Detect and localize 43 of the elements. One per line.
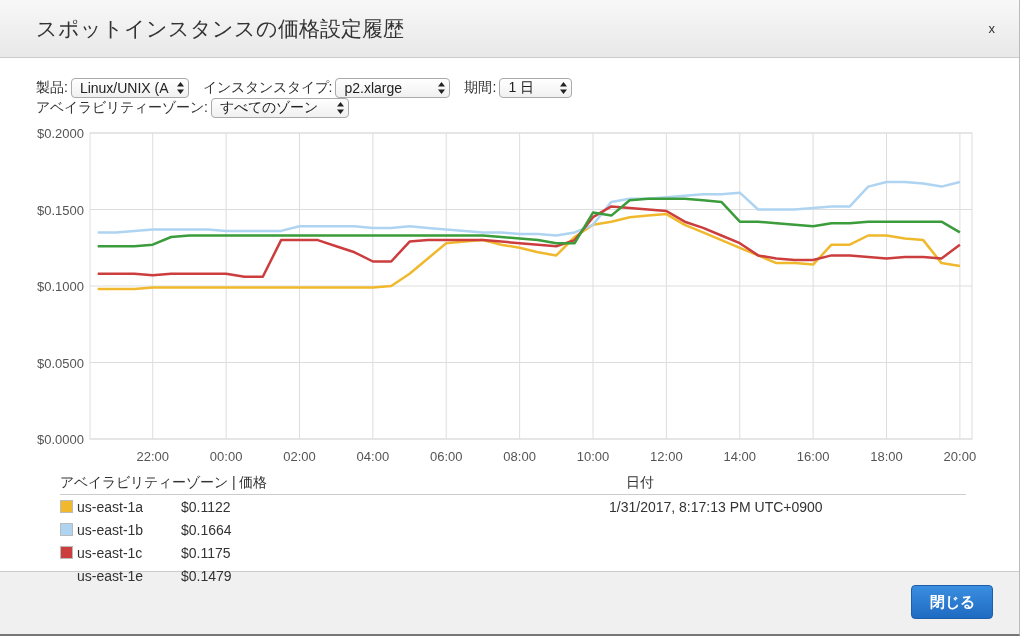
date-value: 1/31/2017, 8:17:13 PM UTC+0900 (609, 498, 823, 515)
x-tick-label: 14:00 (723, 449, 757, 462)
x-tick-label: 10:00 (576, 449, 610, 462)
x-tick-label: 18:00 (870, 449, 903, 462)
dropdown[interactable]: 1 日 (499, 78, 573, 98)
x-tick-label: 00:00 (209, 449, 243, 462)
column-header: 日付 (626, 474, 654, 492)
x-tick-label: 16:00 (796, 449, 830, 462)
zone-name: us-east-1b (77, 521, 145, 538)
zone-name: us-east-1a (77, 498, 145, 515)
x-tick-label: 22:00 (136, 449, 169, 462)
dropdown[interactable]: すべてのゾーン (210, 98, 349, 118)
x-tick-label: 08:00 (503, 449, 536, 462)
price-value: $0.1664 (181, 521, 233, 538)
dropdown[interactable]: p2.xlarge (335, 78, 451, 98)
select-arrows-icon (560, 82, 568, 94)
y-tick-label: $0.1500 (37, 202, 84, 218)
y-tick-label: $0.0500 (37, 355, 84, 371)
x-tick-label: 12:00 (650, 449, 683, 462)
y-tick-label: $0.0000 (37, 432, 84, 447)
filter-label: 期間: (464, 79, 497, 97)
price-value: $0.1175 (181, 544, 232, 561)
filter-label: インスタンスタイプ: (202, 79, 333, 97)
x-tick-label: 06:00 (430, 449, 463, 462)
select-arrows-icon (176, 82, 184, 94)
filter-label: アベイラビリティーゾーン: (36, 99, 208, 117)
filter-label: 製品: (36, 79, 68, 97)
close-button[interactable]: x (984, 19, 999, 38)
select-arrows-icon (336, 102, 344, 114)
dropdown[interactable]: Linux/UNIX (A (70, 78, 189, 98)
x-tick-label: 20:00 (943, 449, 977, 462)
y-tick-label: $0.1000 (37, 279, 84, 294)
price-value: $0.1122 (181, 498, 232, 515)
zone-name: us-east-1c (77, 544, 144, 561)
price-value: $0.1479 (181, 567, 233, 584)
dialog-title: スポットインスタンスの価格設定履歴 (36, 15, 404, 42)
x-tick-label: 02:00 (283, 449, 316, 462)
zone-name: us-east-1e (77, 567, 145, 584)
x-tick-label: 04:00 (356, 449, 390, 462)
y-tick-label: $0.2000 (37, 126, 84, 141)
select-arrows-icon (438, 82, 446, 94)
column-header: アベイラビリティーゾーン | 価格 (60, 474, 269, 492)
close-dialog-button[interactable]: 閉じる (911, 585, 993, 619)
